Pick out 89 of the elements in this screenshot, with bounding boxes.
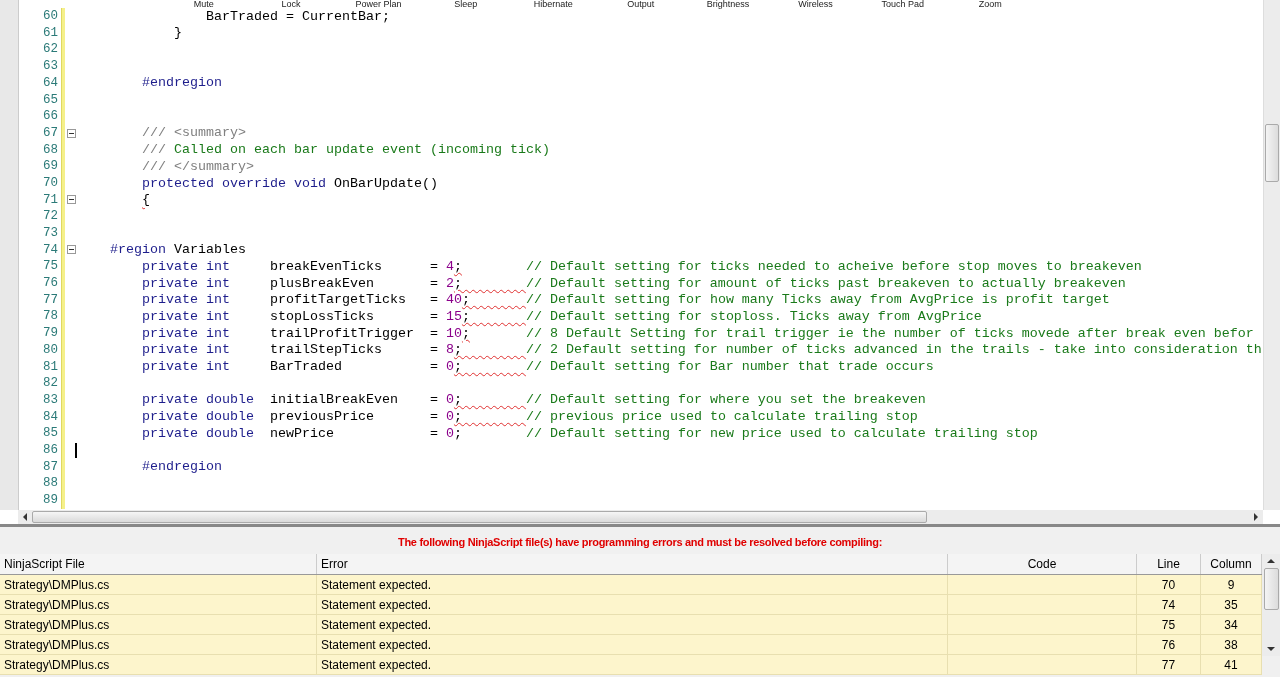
scrollbar-thumb[interactable] [1263, 568, 1279, 610]
down-arrow-icon[interactable] [1267, 646, 1275, 652]
hotkey-label: Touch Pad [880, 0, 926, 8]
hotkey-label: Mute [192, 0, 215, 8]
line-number: 79 [42, 327, 58, 340]
line-number: 74 [42, 243, 58, 257]
right-arrow-icon[interactable] [1253, 513, 1259, 521]
hotkey-label: Output [626, 0, 656, 8]
line-number: 82 [42, 377, 58, 390]
code-line: #region Variables [109, 243, 246, 257]
hotkey-label: Wireless [797, 0, 834, 8]
line-number: 68 [42, 143, 58, 157]
hotkey-label: Zoom [977, 0, 1003, 8]
line-number: 60 [42, 10, 58, 23]
line-number: 83 [42, 393, 58, 407]
table-cell: Strategy\DMPlus.cs [0, 634, 317, 655]
line-number: 85 [42, 427, 58, 440]
code-line: { [141, 193, 150, 207]
column-header[interactable]: Line [1136, 554, 1201, 575]
line-number: 70 [42, 176, 58, 190]
code-line: private int BarTraded = 0; // Default setting for Bar number that trade occurs [141, 360, 934, 374]
collapse-icon[interactable] [67, 128, 76, 138]
scrollbar-thumb[interactable] [32, 511, 927, 523]
code-line: private double newPrice = 0; // Default setting for new price used to calculate trailing stop [141, 426, 1038, 441]
vertical-scrollbar[interactable] [1263, 0, 1280, 510]
line-number: 89 [42, 494, 58, 507]
collapse-icon[interactable] [67, 195, 76, 205]
line-number: 66 [42, 110, 58, 123]
table-cell: Statement expected. [316, 654, 948, 675]
collapse-icon[interactable] [67, 245, 76, 255]
error-message: The following NinjaScript file(s) have programming errors and must be resolved before compiling: [397, 535, 883, 550]
table-cell: Strategy\DMPlus.cs [0, 654, 317, 675]
code-line: /// Called on each bar update event (incoming tick) [141, 143, 550, 157]
table-cell: Strategy\DMPlus.cs [0, 594, 317, 615]
code-line: private int trailStepTicks = 8; // 2 Default setting for number of ticks advanced in the trails - take into consideration th [141, 343, 1262, 357]
column-header[interactable]: NinjaScript File [0, 554, 317, 575]
line-number: 80 [42, 343, 58, 357]
code-line: #endregion [141, 460, 222, 474]
column-header[interactable]: Column [1200, 554, 1262, 575]
line-number: 73 [42, 227, 58, 240]
horizontal-scrollbar[interactable] [18, 510, 1263, 524]
code-line: } [172, 26, 182, 40]
code-line: private int breakEvenTicks = 4; // Default setting for ticks needed to acheive before stop moves to breakeven [141, 260, 1142, 274]
line-number: 71 [42, 193, 58, 207]
line-number: 76 [42, 277, 58, 290]
line-number: 69 [42, 160, 58, 173]
table-cell: Statement expected. [316, 614, 948, 635]
table-cell: Strategy\DMPlus.cs [0, 574, 317, 595]
line-number: 81 [42, 360, 58, 374]
hotkey-label: Lock [280, 0, 302, 8]
line-number: 75 [42, 260, 58, 273]
line-number: 86 [42, 443, 58, 457]
table-cell: Statement expected. [316, 574, 948, 595]
code-line: private int profitTargetTicks = 40; // Default setting for how many Ticks away from AvgPrice is profit target [141, 293, 1110, 307]
line-number: 84 [42, 410, 58, 424]
line-number: 87 [42, 460, 58, 474]
line-number: 72 [42, 210, 58, 223]
code-line: /// <summary> [141, 126, 246, 140]
scrollbar-thumb[interactable] [1265, 124, 1279, 182]
table-cell: Strategy\DMPlus.cs [0, 614, 317, 635]
code-line: /// </summary> [141, 159, 254, 174]
hotkey-label: Brightness [705, 0, 751, 8]
line-number: 62 [42, 43, 58, 56]
line-number: 61 [42, 26, 58, 40]
code-line: BarTraded = CurrentBar; [204, 9, 390, 23]
line-number: 77 [42, 293, 58, 307]
code-line: private int plusBreakEven = 2; // Default setting for amount of ticks past breakeven to actually breakeven [141, 276, 1126, 290]
left-arrow-icon[interactable] [22, 513, 28, 521]
hotkey-label: Hibernate [532, 0, 574, 8]
line-number: 65 [42, 93, 58, 107]
line-number: 67 [42, 126, 58, 140]
line-number: 63 [42, 60, 58, 73]
column-header[interactable]: Error [316, 554, 948, 575]
code-line: #endregion [141, 76, 222, 90]
hotkey-label: Power Plan [354, 0, 403, 8]
column-header[interactable]: Code [947, 554, 1137, 575]
up-arrow-icon[interactable] [1267, 558, 1275, 564]
code-line: protected override void OnBarUpdate() [141, 176, 438, 190]
code-line: private int stopLossTicks = 15; // Default setting for stoploss. Ticks away from AvgPrice [141, 310, 982, 324]
code-line: private double initialBreakEven = 0; // Default setting for where you set the breakeven [141, 393, 926, 407]
line-number: 88 [42, 477, 58, 490]
code-line: private double previousPrice = 0; // previous price used to calculate trailing stop [141, 410, 918, 424]
code-line: private int trailProfitTrigger = 10; // 8 Default Setting for trail trigger ie the number of ticks movede after break even befor [141, 326, 1254, 341]
line-number: 64 [42, 76, 58, 90]
table-cell: Statement expected. [316, 634, 948, 655]
vertical-scrollbar[interactable] [1262, 554, 1280, 656]
line-number: 78 [42, 310, 58, 323]
hotkey-label: Sleep [453, 0, 479, 8]
table-cell: Statement expected. [316, 594, 948, 615]
